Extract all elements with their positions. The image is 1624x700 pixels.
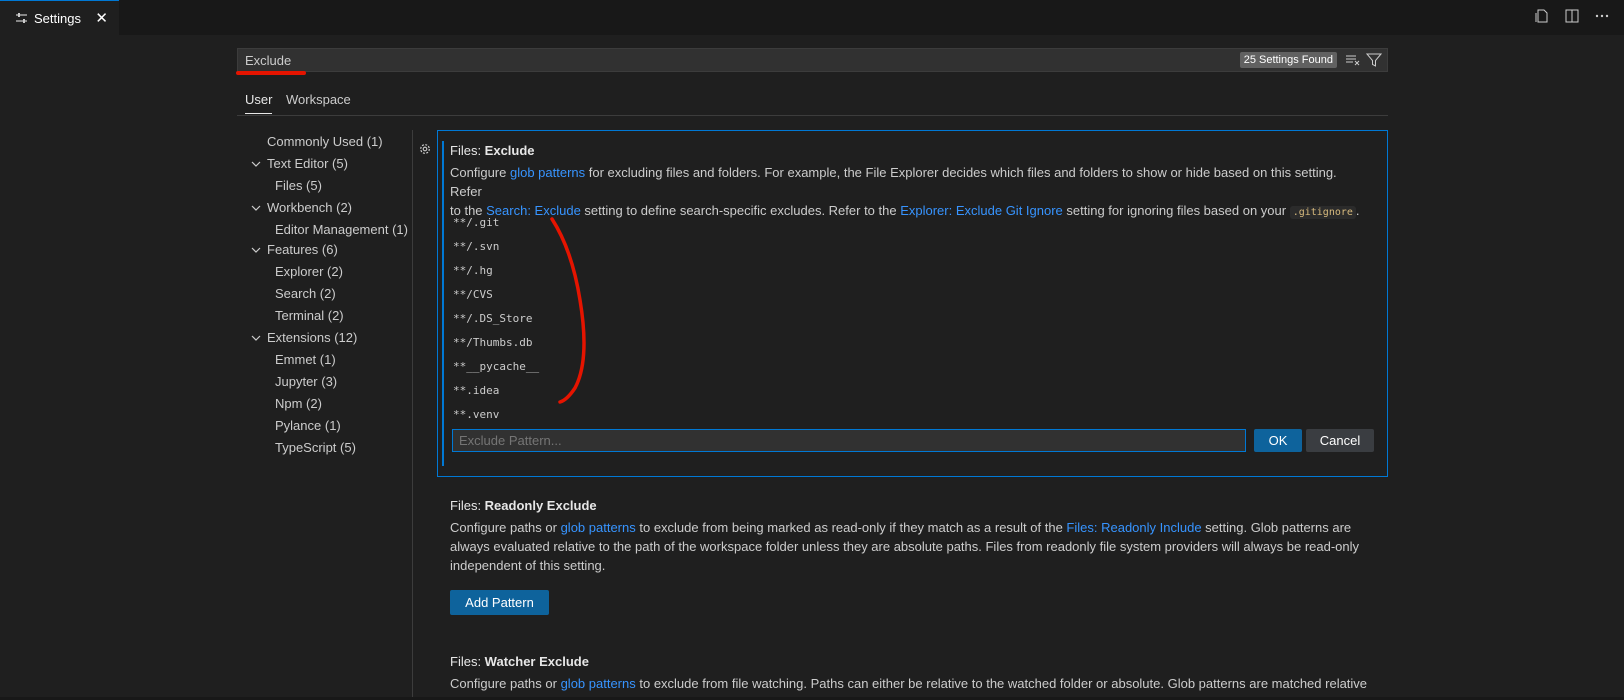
toc-item[interactable]: Jupyter (3) [275, 374, 337, 389]
open-settings-json-icon[interactable] [1532, 6, 1552, 26]
setting-category: Files: [450, 498, 485, 513]
setting-name: Exclude [484, 143, 535, 158]
toc-item[interactable]: Editor Management (1) [275, 222, 408, 237]
gear-icon[interactable] [418, 142, 432, 156]
toc-item[interactable]: Search (2) [275, 286, 336, 301]
toc-item[interactable]: Pylance (1) [275, 418, 341, 433]
pattern-item[interactable]: **/.DS_Store [453, 312, 532, 325]
filter-icon[interactable] [1366, 52, 1382, 68]
desc-text: setting to define search-specific exclud… [580, 203, 901, 218]
exclude-pattern-input[interactable] [452, 429, 1246, 452]
settings-sliders-icon [16, 12, 27, 23]
toc-item[interactable]: TypeScript (5) [275, 440, 356, 455]
pattern-item[interactable]: **/.hg [453, 264, 493, 277]
setting-name: Readonly Exclude [484, 498, 597, 513]
setting-title: Files: Readonly Exclude [450, 498, 597, 513]
glob-patterns-link[interactable]: glob patterns [510, 165, 585, 180]
tab-workspace[interactable]: Workspace [286, 92, 351, 107]
add-pattern-button[interactable]: Add Pattern [450, 590, 549, 615]
tab-settings[interactable]: Settings ✕ [0, 0, 119, 35]
desc-text: to exclude from being marked as read-onl… [635, 520, 1067, 535]
cancel-button[interactable]: Cancel [1306, 429, 1374, 452]
setting-title: Files: Watcher Exclude [450, 654, 589, 669]
explorer-exclude-git-ignore-link[interactable]: Explorer: Exclude Git Ignore [900, 203, 1063, 218]
desc-text: setting for ignoring files based on your [1062, 203, 1290, 218]
split-editor-icon[interactable] [1562, 6, 1582, 26]
desc-text: Configure paths or [450, 520, 561, 535]
glob-patterns-link[interactable]: glob patterns [561, 676, 636, 691]
toc-item[interactable]: Terminal (2) [275, 308, 344, 323]
toc-item[interactable]: Text Editor (5) [267, 156, 348, 171]
annotation-underline [236, 71, 306, 75]
clear-filter-icon[interactable] [1345, 52, 1361, 68]
close-icon[interactable]: ✕ [95, 9, 108, 27]
setting-title: Files: Exclude [450, 143, 535, 158]
pattern-item[interactable]: **/Thumbs.db [453, 336, 532, 349]
desc-text: Configure paths or [450, 676, 561, 691]
desc-text: always evaluated relative to the path of… [450, 539, 1360, 554]
settings-toc: Commonly Used (1) Text Editor (5) Files … [237, 130, 413, 700]
chevron-down-icon[interactable] [250, 158, 262, 170]
setting-description: Configure glob patterns for excluding fi… [450, 163, 1370, 222]
settings-found-badge: 25 Settings Found [1239, 52, 1337, 68]
setting-name: Watcher Exclude [484, 654, 589, 669]
toc-item[interactable]: Emmet (1) [275, 352, 336, 367]
toc-item[interactable]: Npm (2) [275, 396, 322, 411]
desc-text: . [1355, 203, 1360, 218]
settings-scope-tabs: User Workspace [237, 88, 1388, 116]
setting-description: Configure paths or glob patterns to excl… [450, 674, 1370, 693]
pattern-item[interactable]: **/.git [453, 216, 499, 229]
focus-indicator [442, 141, 444, 466]
pattern-item[interactable]: **/.svn [453, 240, 499, 253]
toc-item[interactable]: Explorer (2) [275, 264, 343, 279]
pattern-item[interactable]: **.venv [453, 408, 499, 421]
pattern-item[interactable]: **__pycache__ [453, 360, 539, 373]
toc-item[interactable]: Files (5) [275, 178, 322, 193]
setting-description: Configure paths or glob patterns to excl… [450, 518, 1370, 575]
chevron-down-icon[interactable] [250, 202, 262, 214]
setting-category: Files: [450, 654, 485, 669]
pattern-item[interactable]: **.idea [453, 384, 499, 397]
ok-button[interactable]: OK [1254, 429, 1302, 452]
desc-text: independent of this setting. [450, 558, 606, 573]
desc-text: to exclude from file watching. Paths can… [635, 676, 1368, 691]
tab-bar: Settings ✕ [0, 0, 1624, 35]
tab-label: Settings [34, 10, 81, 26]
files-readonly-include-link[interactable]: Files: Readonly Include [1066, 520, 1201, 535]
toc-item[interactable]: Commonly Used (1) [267, 134, 383, 149]
tab-user[interactable]: User [245, 92, 273, 114]
toc-item[interactable]: Workbench (2) [267, 200, 352, 215]
setting-category: Files: [450, 143, 485, 158]
chevron-down-icon[interactable] [250, 332, 262, 344]
toc-item[interactable]: Extensions (12) [267, 330, 357, 345]
more-actions-icon[interactable] [1592, 6, 1612, 26]
glob-patterns-link[interactable]: glob patterns [561, 520, 636, 535]
desc-text: Configure [450, 165, 510, 180]
gitignore-code: .gitignore [1289, 206, 1356, 219]
search-value: Exclude [245, 53, 292, 68]
editor-actions [1532, 6, 1612, 26]
desc-text: setting. Glob patterns are [1201, 520, 1352, 535]
settings-search-input[interactable]: Exclude 25 Settings Found [237, 48, 1388, 72]
pattern-item[interactable]: **/CVS [453, 288, 493, 301]
search-exclude-link[interactable]: Search: Exclude [486, 203, 581, 218]
toc-item[interactable]: Features (6) [267, 242, 338, 257]
chevron-down-icon[interactable] [250, 244, 262, 256]
